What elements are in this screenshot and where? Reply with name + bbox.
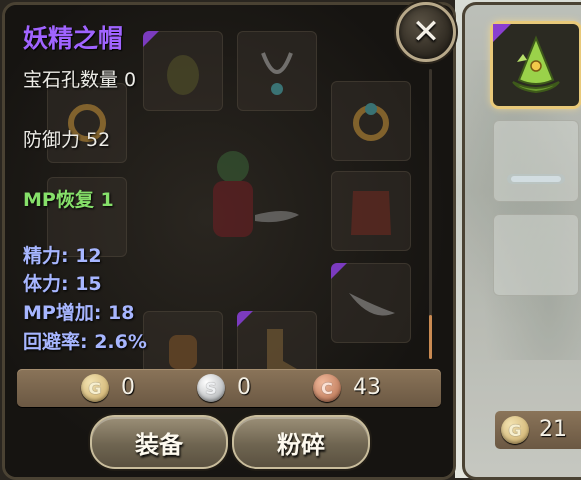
inventory-coin-bar: G 21 (495, 411, 581, 449)
character-avatar (213, 151, 299, 237)
equipment-slot-armor (331, 171, 411, 251)
close-button[interactable]: ✕ (396, 2, 456, 62)
price-bar: G 0 S 0 C 43 (17, 369, 441, 407)
equipment-slot-weapon (331, 263, 411, 343)
copper-coin-icon: C (313, 374, 341, 402)
inventory-slot[interactable] (493, 120, 579, 202)
gem-slot-count: 宝石孔数量 0 (23, 69, 137, 91)
equip-button[interactable]: 装备 (90, 415, 228, 469)
inventory-item-icon (507, 174, 565, 184)
defense-stat: 防御力 52 (23, 129, 111, 151)
stamina-stat: 体力: 15 (23, 273, 102, 295)
inventory-slot[interactable] (493, 214, 579, 296)
evasion-stat: 回避率: 2.6% (23, 331, 147, 353)
fairy-hat-icon (512, 35, 560, 94)
equipment-slot-head (143, 31, 223, 111)
silver-coin-icon: S (197, 374, 225, 402)
smash-button[interactable]: 粉碎 (232, 415, 370, 469)
stats-scrollbar[interactable] (429, 69, 432, 359)
gold-coin-icon: G (501, 416, 529, 444)
armor-icon (351, 191, 391, 235)
weapon-icon (349, 293, 395, 316)
gold-coin-icon: G (81, 374, 109, 402)
item-detail-panel: 妖精之帽 宝石孔数量 0 防御力 52 MP恢复 1 精力: 12 体力: 15… (2, 2, 456, 480)
inventory-slot-selected[interactable] (493, 24, 579, 106)
close-icon: ✕ (411, 12, 441, 52)
silver-amount: 0 (237, 375, 251, 400)
ring-icon (353, 103, 389, 141)
spirit-stat: 精力: 12 (23, 245, 102, 267)
necklace-icon (261, 52, 293, 95)
equipment-slot-necklace (237, 31, 317, 111)
copper-amount: 43 (353, 375, 381, 400)
inventory-coin-amount: 21 (539, 417, 567, 442)
helmet-icon (167, 55, 199, 95)
equipment-slot-ring-right (331, 81, 411, 161)
gold-amount: 0 (121, 375, 135, 400)
mp-recovery-stat: MP恢复 1 (23, 189, 114, 211)
mp-increase-stat: MP增加: 18 (23, 302, 135, 324)
item-name: 妖精之帽 (23, 24, 124, 53)
scrollbar-thumb[interactable] (429, 315, 432, 359)
